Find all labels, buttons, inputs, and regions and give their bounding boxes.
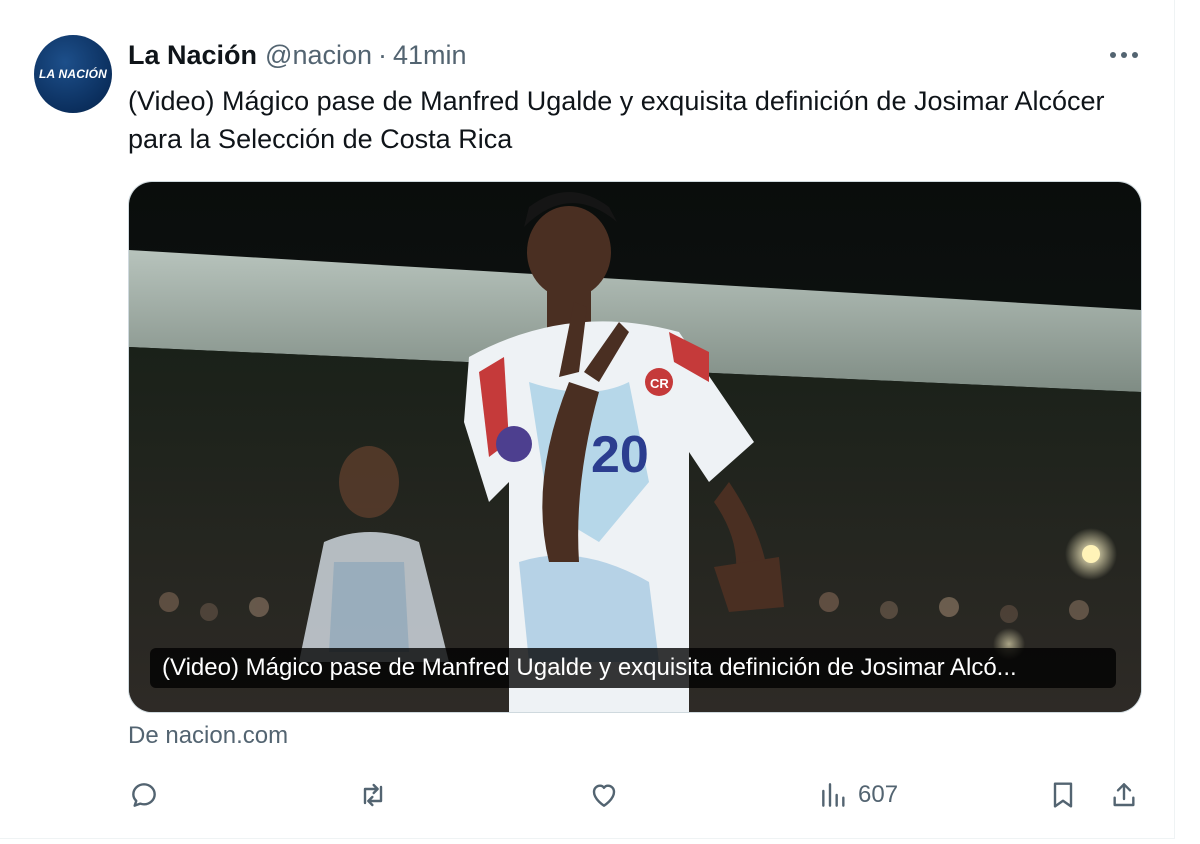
views-count: 607 <box>858 781 899 808</box>
link-card-media[interactable]: 20 CR <box>128 181 1142 713</box>
share-button[interactable] <box>1108 775 1140 815</box>
media-image: 20 CR <box>129 182 1141 712</box>
tweet-text: (Video) Mágico pase de Manfred Ugalde y … <box>128 86 1105 154</box>
tweet-card[interactable]: LA NACIÓN La Nación @nacion · 41min (Vid… <box>0 0 1175 839</box>
reply-button[interactable] <box>128 775 160 815</box>
bookmark-icon <box>1053 782 1073 808</box>
views-icon <box>822 783 845 807</box>
bookmark-button[interactable] <box>1047 775 1079 815</box>
avatar[interactable]: LA NACIÓN <box>34 35 112 113</box>
retweet-button[interactable] <box>357 775 389 815</box>
svg-text:CR: CR <box>650 376 669 391</box>
more-icon <box>1110 52 1138 58</box>
svg-text:20: 20 <box>591 426 649 484</box>
author-handle[interactable]: @nacion <box>265 38 372 72</box>
share-icon <box>1113 783 1135 807</box>
link-source[interactable]: De nacion.com <box>128 720 288 752</box>
reply-icon <box>132 783 156 807</box>
retweet-icon <box>363 783 383 807</box>
views-button[interactable]: 607 <box>818 775 898 815</box>
media-caption[interactable]: (Video) Mágico pase de Manfred Ugalde y … <box>150 648 1116 688</box>
heart-icon <box>592 784 616 807</box>
more-options-button[interactable] <box>1104 40 1144 70</box>
header-separator: · <box>378 40 388 70</box>
timestamp[interactable]: 41min <box>393 38 467 72</box>
like-button[interactable] <box>588 775 620 815</box>
author-name[interactable]: La Nación <box>128 38 257 72</box>
tweet-header: La Nación @nacion · 41min <box>128 38 467 72</box>
avatar-logo-text: LA NACIÓN <box>38 67 108 81</box>
